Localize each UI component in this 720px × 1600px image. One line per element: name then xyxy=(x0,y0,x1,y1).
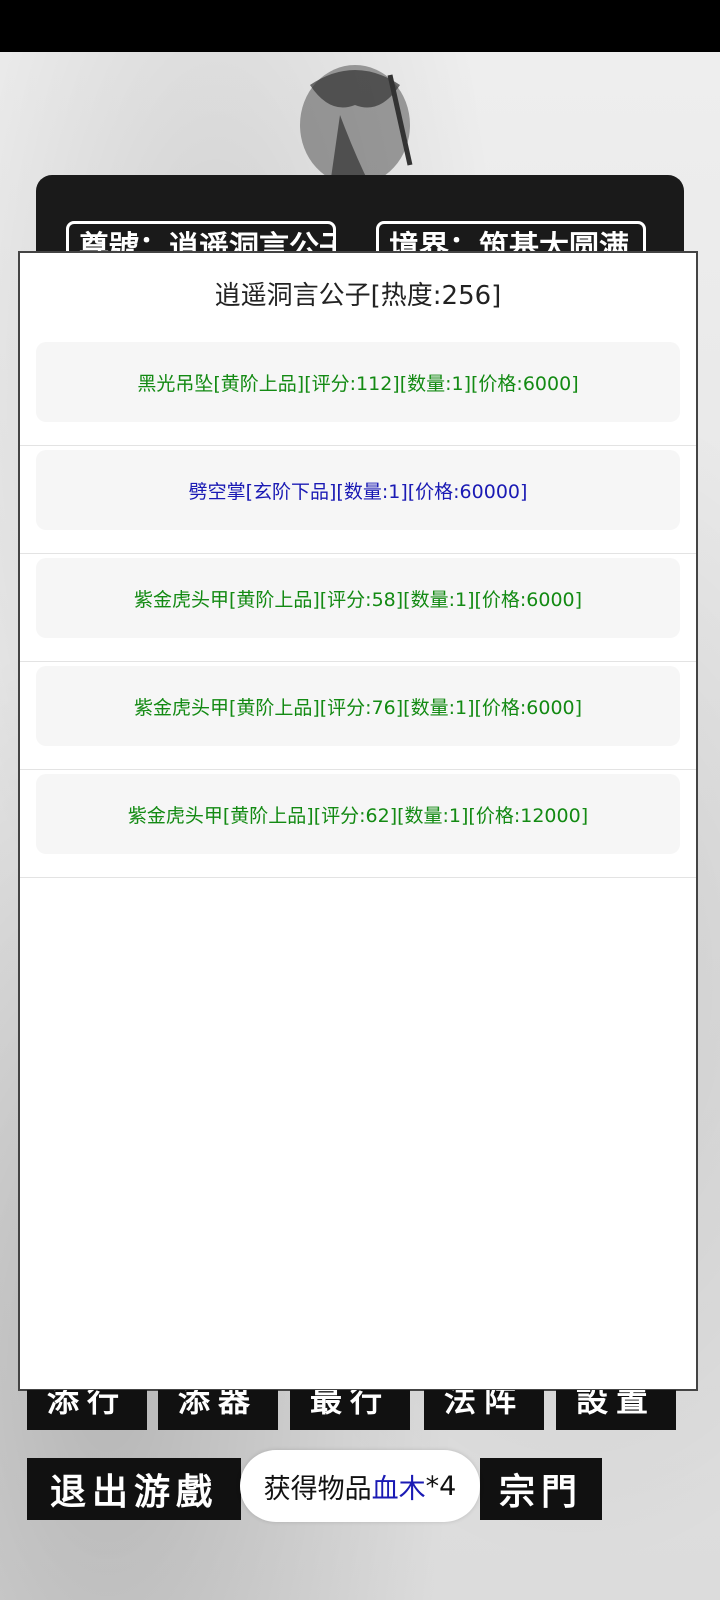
menu-row-top: 添行 添器 最行 法阵 設置 xyxy=(0,1390,720,1430)
list-item: 黑光吊坠[黄阶上品][评分:112][数量:1][价格:6000] xyxy=(20,338,696,446)
item-button[interactable]: 紫金虎头甲[黄阶上品][评分:58][数量:1][价格:6000] xyxy=(36,558,680,638)
item-button[interactable]: 紫金虎头甲[黄阶上品][评分:62][数量:1][价格:12000] xyxy=(36,774,680,854)
menu-button-1[interactable]: 添行 xyxy=(27,1390,147,1430)
item-button[interactable]: 黑光吊坠[黄阶上品][评分:112][数量:1][价格:6000] xyxy=(36,342,680,422)
toast-prefix: 获得物品 xyxy=(263,1473,372,1505)
menu-button-2[interactable]: 添器 xyxy=(158,1390,278,1430)
menu-button-3[interactable]: 最行 xyxy=(290,1390,410,1430)
status-bar xyxy=(0,0,720,52)
settings-button[interactable]: 設置 xyxy=(556,1390,676,1430)
exit-game-button[interactable]: 退出游戲 xyxy=(27,1458,241,1520)
dialog-title: 逍遥洞言公子[热度:256] xyxy=(214,281,502,311)
toast-item-name: 血木 xyxy=(371,1473,426,1505)
item-button[interactable]: 劈空掌[玄阶下品][数量:1][价格:60000] xyxy=(36,450,680,530)
toast-suffix: *4 xyxy=(425,1470,457,1502)
item-button[interactable]: 紫金虎头甲[黄阶上品][评分:76][数量:1][价格:6000] xyxy=(36,666,680,746)
item-label: 黑光吊坠[黄阶上品][评分:112][数量:1][价格:6000] xyxy=(137,372,579,395)
item-label: 紫金虎头甲[黄阶上品][评分:58][数量:1][价格:6000] xyxy=(133,588,583,611)
list-item: 紫金虎头甲[黄阶上品][评分:58][数量:1][价格:6000] xyxy=(20,554,696,662)
sect-button[interactable]: 宗門 xyxy=(480,1458,602,1520)
item-label: 紫金虎头甲[黄阶上品][评分:76][数量:1][价格:6000] xyxy=(133,696,583,719)
item-list: 黑光吊坠[黄阶上品][评分:112][数量:1][价格:6000] 劈空掌[玄阶… xyxy=(20,338,696,878)
list-item: 紫金虎头甲[黄阶上品][评分:76][数量:1][价格:6000] xyxy=(20,662,696,770)
list-item: 劈空掌[玄阶下品][数量:1][价格:60000] xyxy=(20,446,696,554)
ink-figure-illustration xyxy=(300,65,413,185)
toast-notification: 获得物品 血木 *4 xyxy=(240,1450,480,1522)
item-label: 紫金虎头甲[黄阶上品][评分:62][数量:1][价格:12000] xyxy=(127,804,589,827)
menu-button-4[interactable]: 法阵 xyxy=(424,1390,544,1430)
list-item: 紫金虎头甲[黄阶上品][评分:62][数量:1][价格:12000] xyxy=(20,770,696,878)
item-label: 劈空掌[玄阶下品][数量:1][价格:60000] xyxy=(188,480,528,503)
shop-dialog: 逍遥洞言公子[热度:256] 黑光吊坠[黄阶上品][评分:112][数量:1][… xyxy=(18,251,698,1391)
